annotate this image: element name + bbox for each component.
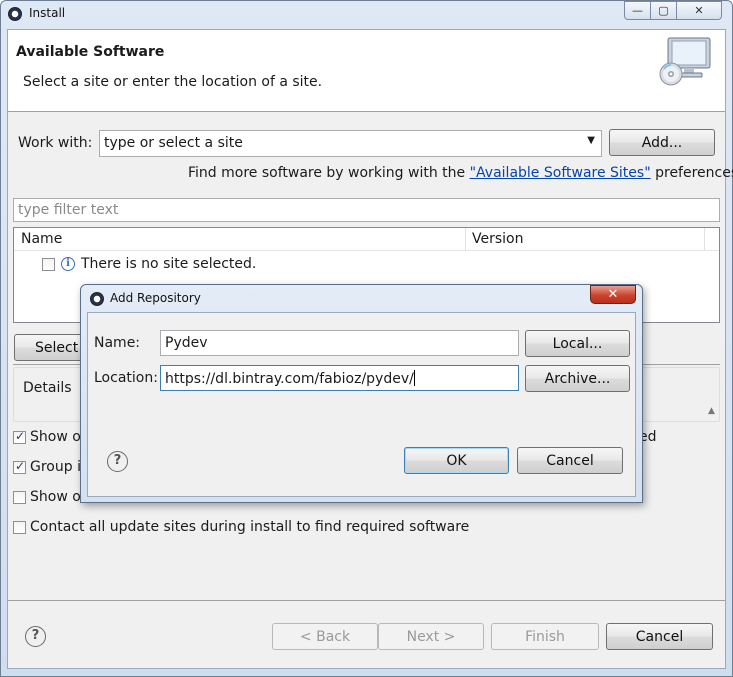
work-with-combo[interactable]: type or select a site ▼ <box>99 130 602 157</box>
add-site-button[interactable]: Add... <box>609 129 715 156</box>
tree-header: Name Version <box>14 228 719 251</box>
maximize-button[interactable]: ▢ <box>650 1 677 20</box>
ok-button[interactable]: OK <box>404 447 509 474</box>
name-label: Name: <box>94 335 141 351</box>
page-description: Select a site or enter the location of a… <box>23 74 323 90</box>
work-with-value: type or select a site <box>104 135 243 151</box>
option-label-1: Show o <box>30 429 81 445</box>
info-icon: i <box>61 257 75 271</box>
eclipse-icon <box>90 292 104 306</box>
eclipse-icon <box>8 7 22 21</box>
option-label-2: Group i <box>30 459 81 475</box>
available-software-sites-link[interactable]: "Available Software Sites" <box>470 165 651 181</box>
location-value: https://dl.bintray.com/fabioz/pydev/ <box>165 371 414 387</box>
close-button[interactable]: ✕ <box>676 1 722 20</box>
find-more-suffix: preferences. <box>655 165 733 181</box>
dialog-title: Add Repository <box>110 291 201 305</box>
text-caret <box>413 370 415 386</box>
wizard-banner: Available Software Select a site or ente… <box>8 30 725 112</box>
column-name-header[interactable]: Name <box>21 231 62 247</box>
find-more-prefix: Find more software by working with the <box>188 165 470 181</box>
option-checkbox-2[interactable] <box>13 459 26 474</box>
column-version-header[interactable]: Version <box>472 231 523 247</box>
tree-row-checkbox[interactable] <box>42 258 55 271</box>
dialog-client-area: Name: Pydev Local... Location: https://d… <box>87 312 636 497</box>
option-checkbox-3[interactable] <box>13 491 26 504</box>
next-button[interactable]: Next > <box>378 623 484 650</box>
location-label: Location: <box>94 370 158 386</box>
option-checkbox-4[interactable] <box>13 521 26 534</box>
option-label-3: Show o <box>30 489 81 505</box>
add-repository-dialog: Add Repository ✕ Name: Pydev Local... Lo… <box>80 284 643 503</box>
archive-button[interactable]: Archive... <box>525 365 630 392</box>
location-field[interactable]: https://dl.bintray.com/fabioz/pydev/ <box>160 365 519 391</box>
filter-input[interactable]: type filter text <box>13 198 720 222</box>
monitor-cd-icon <box>658 36 714 86</box>
help-icon[interactable]: ? <box>107 451 128 472</box>
wizard-cancel-button[interactable]: Cancel <box>606 623 713 650</box>
chevron-down-icon[interactable]: ▼ <box>587 135 595 146</box>
window-title: Install <box>29 6 66 20</box>
details-label: Details <box>23 380 72 396</box>
name-field[interactable]: Pydev <box>160 330 519 356</box>
tree-row-label: There is no site selected. <box>81 256 257 272</box>
dialog-close-button[interactable]: ✕ <box>590 285 636 304</box>
title-bar[interactable]: Install — ▢ ✕ <box>0 0 733 28</box>
minimize-button[interactable]: — <box>624 1 651 20</box>
page-title: Available Software <box>16 44 165 60</box>
back-button[interactable]: < Back <box>272 623 378 650</box>
dialog-cancel-button[interactable]: Cancel <box>517 447 623 474</box>
find-more-text: Find more software by working with the "… <box>188 165 733 181</box>
work-with-label: Work with: <box>18 135 93 151</box>
option-label-4: Contact all update sites during install … <box>30 519 470 535</box>
finish-button[interactable]: Finish <box>491 623 599 650</box>
scroll-up-icon[interactable]: ▲ <box>708 406 715 416</box>
option-checkbox-1[interactable] <box>13 429 26 444</box>
local-button[interactable]: Local... <box>525 330 630 357</box>
help-icon[interactable]: ? <box>25 626 46 647</box>
